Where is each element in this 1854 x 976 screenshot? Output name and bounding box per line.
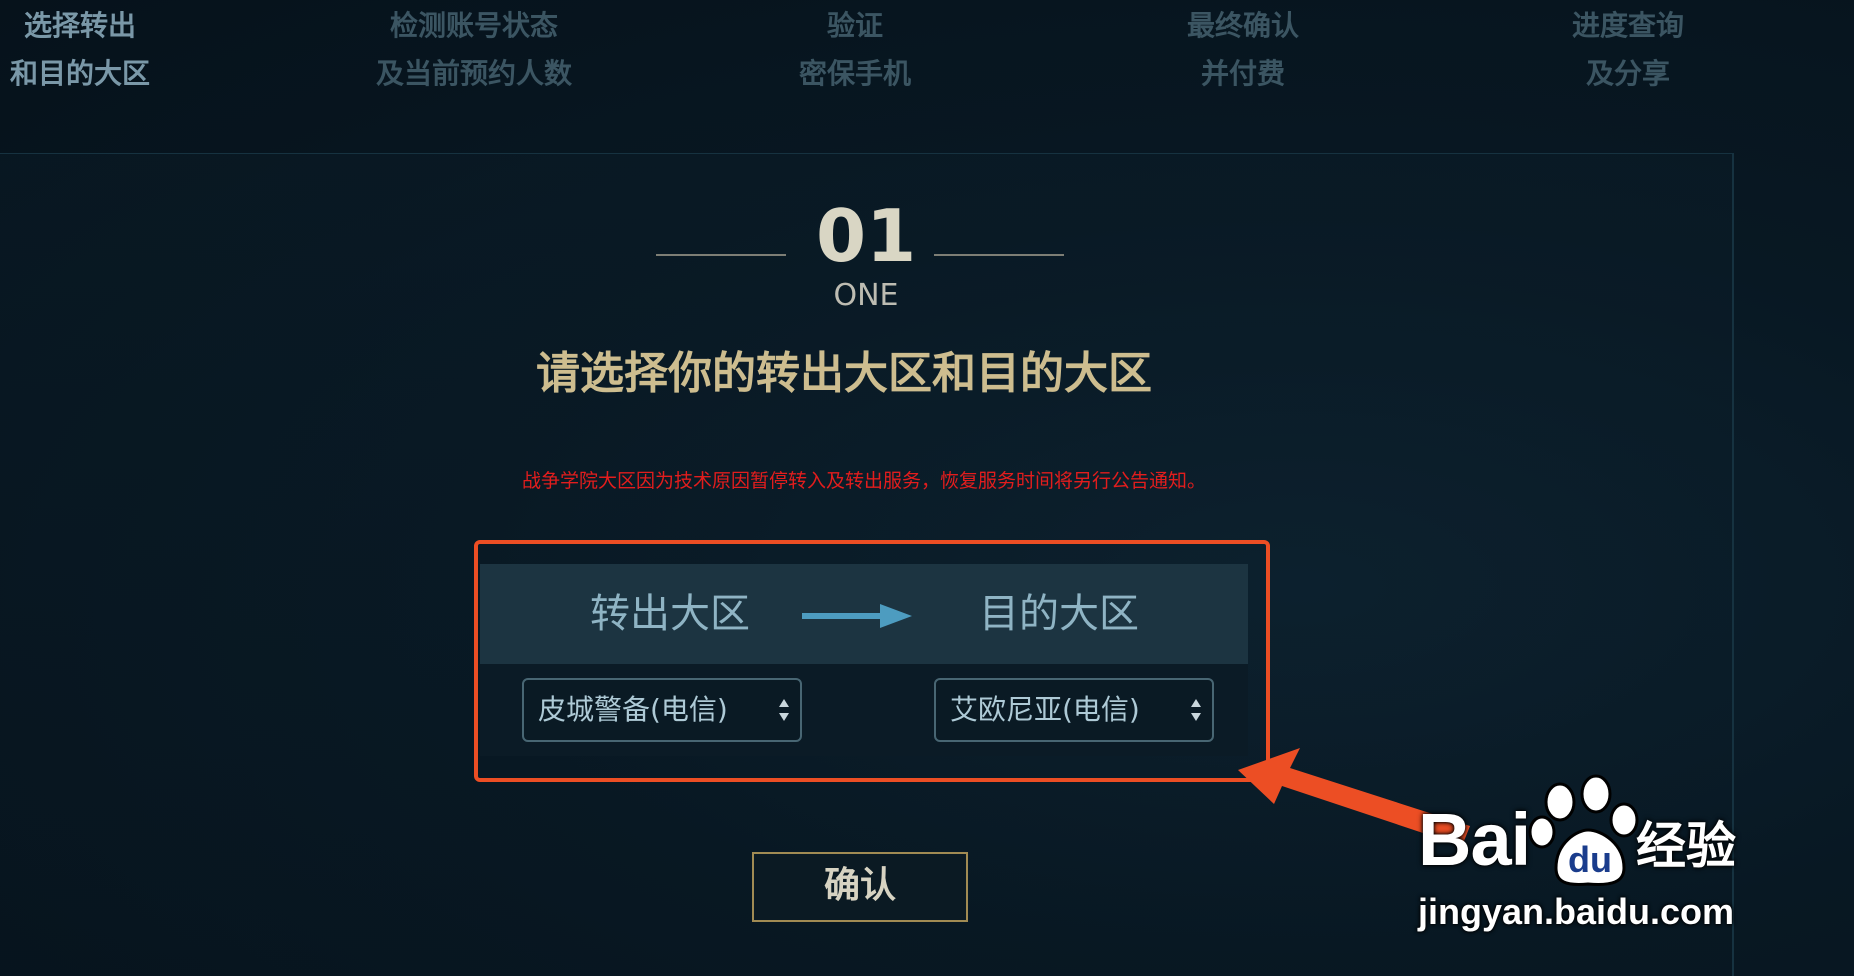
step-1-line2: 和目的大区 <box>10 57 151 90</box>
step-4-line2: 并付费 <box>1200 57 1285 90</box>
step-3-line2: 密保手机 <box>798 57 911 90</box>
step-4[interactable]: 最终确认 并付费 <box>1182 2 1304 98</box>
header-divider <box>0 153 1733 154</box>
step-1-line1: 选择转出 <box>24 9 137 42</box>
step-number-subtitle: ONE <box>833 278 899 313</box>
service-notice: 战争学院大区因为技术原因暂停转入及转出服务，恢复服务时间将另行公告通知。 <box>0 466 1732 496</box>
number-left-rule <box>656 254 786 256</box>
step-number: 01 <box>816 194 917 278</box>
watermark-brand: Bai <box>1418 798 1531 881</box>
number-right-rule <box>934 254 1064 256</box>
step-4-line1: 最终确认 <box>1186 9 1299 42</box>
step-2-line2: 及当前预约人数 <box>375 57 572 90</box>
step-5-line2: 及分享 <box>1585 57 1670 90</box>
annotation-highlight-box <box>474 540 1270 782</box>
service-notice-text: 战争学院大区因为技术原因暂停转入及转出服务，恢复服务时间将另行公告通知。 <box>521 470 1206 492</box>
svg-text:du: du <box>1568 839 1612 880</box>
paw-logo-icon: du <box>1528 774 1639 886</box>
page-title-text: 请选择你的转出大区和目的大区 <box>536 348 1152 399</box>
step-5-line1: 进度查询 <box>1571 9 1684 42</box>
baidu-jingyan-watermark: du Bai 经验 jingyan.baidu.com <box>1418 772 1778 942</box>
watermark-url: jingyan.baidu.com <box>1418 891 1735 932</box>
step-3-line1: 验证 <box>826 9 883 42</box>
step-2[interactable]: 检测账号状态 及当前预约人数 <box>372 2 576 98</box>
watermark-brand-suffix: 经验 <box>1636 818 1736 874</box>
step-progress-bar: 选择转出 和目的大区 检测账号状态 及当前预约人数 验证 密保手机 最终确认 并… <box>0 0 1854 150</box>
page-title: 请选择你的转出大区和目的大区 <box>0 346 1732 402</box>
step-5[interactable]: 进度查询 及分享 <box>1566 2 1690 98</box>
confirm-button[interactable]: 确认 <box>752 852 968 922</box>
step-1[interactable]: 选择转出 和目的大区 <box>10 2 150 98</box>
step-3[interactable]: 验证 密保手机 <box>796 2 914 98</box>
step-2-line1: 检测账号状态 <box>389 9 558 42</box>
